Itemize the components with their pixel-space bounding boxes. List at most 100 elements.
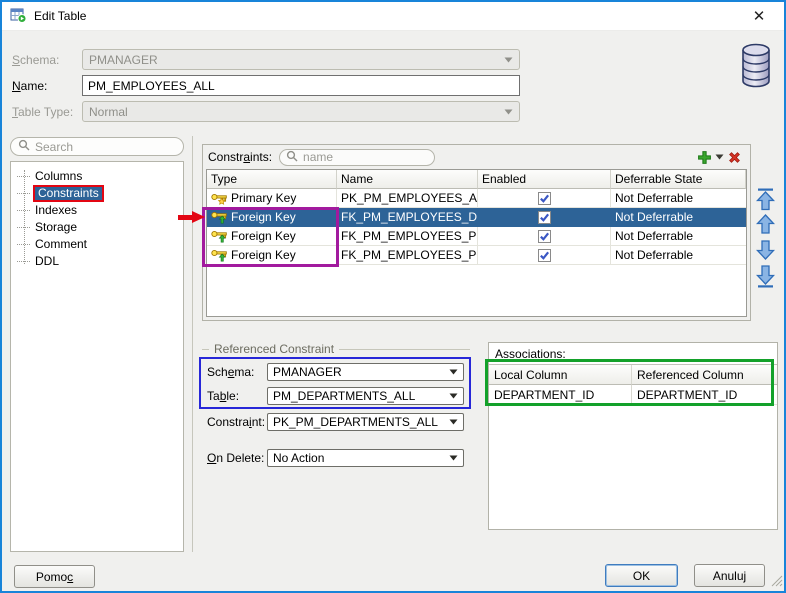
chevron-down-icon bbox=[504, 109, 513, 115]
panel-splitter[interactable] bbox=[192, 136, 193, 552]
search-icon bbox=[286, 150, 298, 165]
ref-constraint-label: Constraint: bbox=[207, 413, 265, 431]
ref-schema-value: PMANAGER bbox=[273, 365, 342, 379]
search-icon bbox=[18, 139, 30, 154]
foreign-key-icon bbox=[211, 230, 227, 243]
schema-combo: PMANAGER bbox=[82, 49, 520, 70]
constraint-type: Foreign Key bbox=[231, 229, 296, 243]
constraint-type: Foreign Key bbox=[231, 248, 296, 262]
chevron-down-icon bbox=[504, 57, 513, 63]
add-constraint-button[interactable] bbox=[697, 150, 712, 165]
move-bottom-button[interactable] bbox=[756, 265, 775, 291]
close-icon[interactable]: ✕ bbox=[742, 2, 776, 30]
ref-schema-combo[interactable]: PMANAGER bbox=[267, 363, 464, 381]
enabled-checkbox[interactable] bbox=[538, 192, 551, 205]
sidebar-item-comment[interactable]: Comment bbox=[11, 236, 183, 253]
enabled-checkbox[interactable] bbox=[538, 230, 551, 243]
name-label: Name: bbox=[12, 75, 47, 96]
on-delete-combo[interactable]: No Action bbox=[267, 449, 464, 467]
on-delete-value: No Action bbox=[273, 451, 324, 465]
constraint-type: Primary Key bbox=[231, 191, 296, 205]
sidebar-item-label: DDL bbox=[33, 254, 61, 269]
sidebar-item-indexes[interactable]: Indexes bbox=[11, 202, 183, 219]
referenced-constraint-group-title: Referenced Constraint bbox=[202, 342, 470, 356]
move-down-button[interactable] bbox=[756, 239, 775, 263]
associations-table: Local Column Referenced Column DEPARTMEN… bbox=[489, 364, 777, 405]
title-bar: Edit Table ✕ bbox=[2, 2, 784, 31]
table-type-label: Table Type: bbox=[12, 101, 73, 122]
column-header[interactable]: Local Column bbox=[489, 365, 632, 385]
database-icon bbox=[740, 43, 772, 92]
add-constraint-dropdown-icon[interactable] bbox=[715, 154, 724, 160]
deferrable-state: Not Deferrable bbox=[611, 246, 746, 265]
separator-line bbox=[339, 349, 470, 350]
name-field-wrap bbox=[82, 75, 520, 96]
ref-constraint-combo[interactable]: PK_PM_DEPARTMENTS_ALL bbox=[267, 413, 464, 431]
column-header[interactable]: Type bbox=[207, 170, 337, 189]
constraints-table: Type Name Enabled Deferrable State bbox=[206, 169, 747, 317]
group-title-text: Referenced Constraint bbox=[214, 342, 334, 356]
ref-schema-label: Schema: bbox=[207, 363, 254, 381]
deferrable-state: Not Deferrable bbox=[611, 189, 746, 208]
schema-value: PMANAGER bbox=[89, 53, 158, 67]
table-type-combo: Normal bbox=[82, 101, 520, 122]
constraint-name: FK_PM_EMPLOYEES_DEPT bbox=[337, 208, 478, 227]
table-editor-tree: Columns Constraints Indexes Storage Comm… bbox=[10, 161, 184, 552]
sidebar-item-columns[interactable]: Columns bbox=[11, 168, 183, 185]
move-up-button[interactable] bbox=[756, 214, 775, 238]
column-header[interactable]: Enabled bbox=[478, 170, 611, 189]
sidebar-item-ddl[interactable]: DDL bbox=[11, 253, 183, 270]
resize-grip[interactable] bbox=[770, 574, 783, 590]
sidebar-item-label: Indexes bbox=[33, 203, 79, 218]
chevron-down-icon bbox=[449, 369, 458, 375]
edit-table-dialog: Edit Table ✕ Schema: PMANAGER Name: Tabl… bbox=[0, 0, 786, 593]
sidebar-item-constraints[interactable]: Constraints bbox=[11, 185, 183, 202]
sidebar-item-label: Storage bbox=[33, 220, 79, 235]
constraint-name: FK_PM_EMPLOYEES_POS... bbox=[337, 246, 478, 265]
associations-table-header: Local Column Referenced Column bbox=[489, 365, 777, 385]
table-row-selected[interactable]: Foreign Key FK_PM_EMPLOYEES_DEPT Not Def… bbox=[207, 208, 746, 227]
delete-constraint-button[interactable] bbox=[727, 150, 742, 165]
page-title: Edit Table bbox=[34, 9, 86, 23]
associations-label: Associations: bbox=[489, 343, 777, 364]
local-column-value: DEPARTMENT_ID bbox=[489, 385, 632, 405]
table-name-input[interactable] bbox=[83, 76, 519, 95]
ref-table-value: PM_DEPARTMENTS_ALL bbox=[273, 389, 415, 403]
separator-line bbox=[202, 349, 209, 350]
sidebar-item-storage[interactable]: Storage bbox=[11, 219, 183, 236]
column-header[interactable]: Name bbox=[337, 170, 478, 189]
search-input[interactable] bbox=[35, 140, 155, 154]
constraints-table-header: Type Name Enabled Deferrable State bbox=[207, 170, 746, 189]
table-row[interactable]: Foreign Key FK_PM_EMPLOYEES_PER... Not D… bbox=[207, 227, 746, 246]
help-button[interactable]: Pomoc bbox=[14, 565, 95, 588]
on-delete-label: On Delete: bbox=[207, 449, 264, 467]
chevron-down-icon bbox=[449, 419, 458, 425]
foreign-key-icon bbox=[211, 249, 227, 262]
sidebar-item-label: Comment bbox=[33, 237, 89, 252]
table-row[interactable]: DEPARTMENT_ID DEPARTMENT_ID bbox=[489, 385, 777, 405]
associations-panel: Associations: Local Column Referenced Co… bbox=[488, 342, 778, 530]
deferrable-state: Not Deferrable bbox=[611, 208, 746, 227]
cancel-button[interactable]: Anuluj bbox=[694, 564, 765, 587]
enabled-checkbox[interactable] bbox=[538, 211, 551, 224]
move-top-button[interactable] bbox=[756, 188, 775, 214]
primary-key-icon bbox=[211, 192, 227, 205]
chevron-down-icon bbox=[449, 455, 458, 461]
column-header[interactable]: Referenced Column bbox=[632, 365, 777, 385]
ok-button[interactable]: OK bbox=[605, 564, 678, 587]
enabled-checkbox[interactable] bbox=[538, 249, 551, 262]
constraint-name: FK_PM_EMPLOYEES_PER... bbox=[337, 227, 478, 246]
table-type-value: Normal bbox=[89, 105, 128, 119]
sidebar-search bbox=[10, 137, 184, 156]
table-row[interactable]: Primary Key PK_PM_EMPLOYEES_ALL Not Defe… bbox=[207, 189, 746, 208]
table-row[interactable]: Foreign Key FK_PM_EMPLOYEES_POS... Not D… bbox=[207, 246, 746, 265]
chevron-down-icon bbox=[449, 393, 458, 399]
constraints-panel: Constraints: Type bbox=[202, 144, 751, 321]
tree-guide-line bbox=[24, 170, 25, 264]
constraints-filter-input[interactable] bbox=[303, 150, 413, 164]
column-header[interactable]: Deferrable State bbox=[611, 170, 746, 189]
ref-constraint-value: PK_PM_DEPARTMENTS_ALL bbox=[273, 415, 438, 429]
ref-table-combo[interactable]: PM_DEPARTMENTS_ALL bbox=[267, 387, 464, 405]
constraints-header: Constraints: bbox=[203, 145, 750, 169]
constraints-filter bbox=[279, 149, 435, 166]
